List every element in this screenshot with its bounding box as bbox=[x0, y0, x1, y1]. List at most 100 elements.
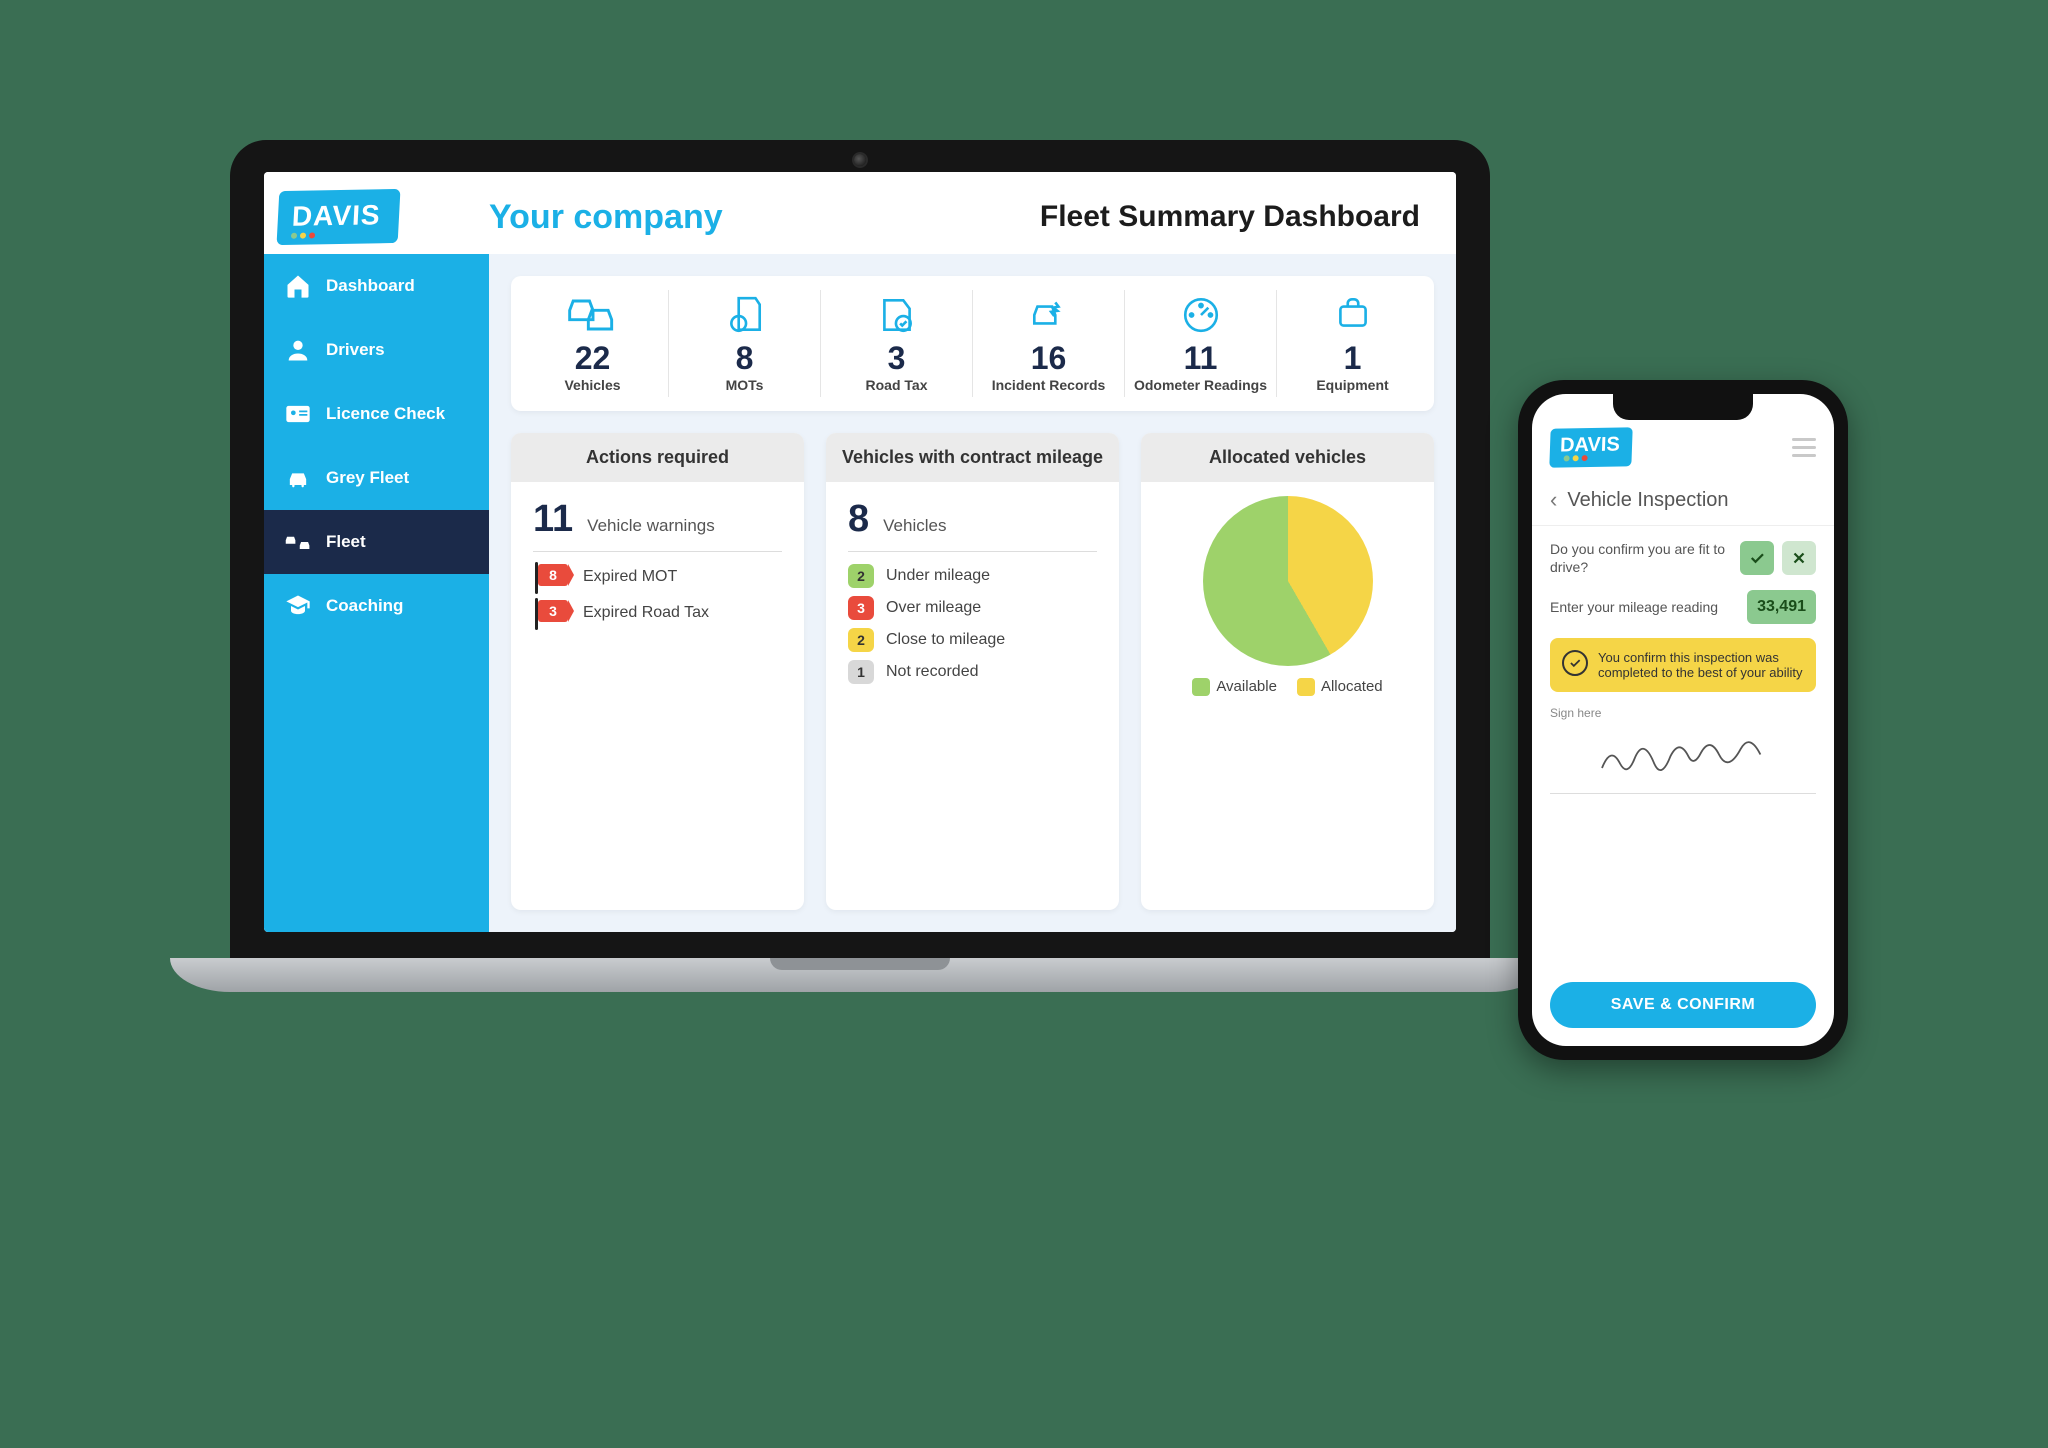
sidebar-item-grey-fleet[interactable]: Grey Fleet bbox=[264, 446, 489, 510]
mileage-metric: 8 Vehicles bbox=[848, 498, 1097, 552]
swatch-icon bbox=[1192, 678, 1210, 696]
confirmation-text: You confirm this inspection was complete… bbox=[1598, 650, 1804, 680]
sidebar-item-dashboard[interactable]: Dashboard bbox=[264, 254, 489, 318]
row-close-mileage[interactable]: 2 Close to mileage bbox=[848, 628, 1097, 652]
sidebar-item-label: Licence Check bbox=[326, 404, 445, 424]
sidebar-item-licence-check[interactable]: Licence Check bbox=[264, 382, 489, 446]
sidebar-item-label: Drivers bbox=[326, 340, 385, 360]
stat-odometer[interactable]: 11 Odometer Readings bbox=[1125, 290, 1277, 397]
flag-expired-mot[interactable]: 8 Expired MOT bbox=[533, 564, 782, 590]
count-pill: 1 bbox=[848, 660, 874, 684]
metric-value: 11 bbox=[533, 498, 573, 541]
stat-strip: 22 Vehicles 8 MOTs 3 Road Tax bbox=[511, 276, 1434, 411]
odometer-icon bbox=[1180, 294, 1222, 336]
stat-road-tax[interactable]: 3 Road Tax bbox=[821, 290, 973, 397]
row-label: Close to mileage bbox=[886, 631, 1005, 649]
stat-mots[interactable]: 8 MOTs bbox=[669, 290, 821, 397]
confirm-no-button[interactable] bbox=[1782, 541, 1816, 575]
save-confirm-button[interactable]: SAVE & CONFIRM bbox=[1550, 982, 1816, 1028]
pie-legend: Available Allocated bbox=[1192, 678, 1382, 696]
panel-title: Allocated vehicles bbox=[1141, 433, 1434, 482]
app-body: Dashboard Drivers Licence Check Grey Fle… bbox=[264, 254, 1456, 932]
stat-label: Road Tax bbox=[866, 377, 928, 393]
sidebar-item-label: Dashboard bbox=[326, 276, 415, 296]
mileage-input[interactable]: 33,491 bbox=[1747, 590, 1816, 624]
incident-icon bbox=[1028, 294, 1070, 336]
x-icon bbox=[1790, 549, 1808, 567]
question-text: Do you confirm you are fit to drive? bbox=[1550, 540, 1732, 576]
signature-input[interactable] bbox=[1550, 724, 1816, 794]
legend-available: Available bbox=[1192, 678, 1277, 696]
legend-allocated: Allocated bbox=[1297, 678, 1383, 696]
check-icon bbox=[1748, 549, 1766, 567]
count-pill: 2 bbox=[848, 564, 874, 588]
logo-dots-icon bbox=[291, 232, 315, 238]
swatch-icon bbox=[1297, 678, 1315, 696]
phone-title-row[interactable]: ‹ Vehicle Inspection bbox=[1532, 475, 1834, 526]
flag-expired-tax[interactable]: 3 Expired Road Tax bbox=[533, 600, 782, 626]
metric-label: Vehicle warnings bbox=[587, 516, 715, 536]
row-over-mileage[interactable]: 3Over mileage bbox=[848, 596, 1097, 620]
panel-body: 8 Vehicles 2Under mileage 3Over mileage … bbox=[826, 482, 1119, 910]
stat-value: 16 bbox=[1031, 340, 1067, 377]
content-area: 22 Vehicles 8 MOTs 3 Road Tax bbox=[489, 254, 1456, 932]
phone-notch bbox=[1613, 394, 1753, 420]
user-icon bbox=[284, 336, 312, 364]
mileage-panel: Vehicles with contract mileage 8 Vehicle… bbox=[826, 433, 1119, 910]
sidebar-item-label: Coaching bbox=[326, 596, 403, 616]
cars-icon bbox=[284, 528, 312, 556]
sidebar: Dashboard Drivers Licence Check Grey Fle… bbox=[264, 254, 489, 932]
vehicles-icon bbox=[565, 294, 621, 336]
panel-body: 11 Vehicle warnings 8 Expired MOT 3 Expi… bbox=[511, 482, 804, 910]
metric-value: 8 bbox=[848, 498, 869, 541]
logo-wrap: DAVIS bbox=[264, 190, 489, 244]
app-header: DAVIS Your company Fleet Summary Dashboa… bbox=[264, 172, 1456, 254]
brand-text: DAVIS bbox=[1560, 433, 1620, 456]
confirm-yes-button[interactable] bbox=[1740, 541, 1774, 575]
stat-value: 3 bbox=[888, 340, 906, 377]
flag-label: Expired MOT bbox=[583, 568, 677, 586]
confirmation-banner: You confirm this inspection was complete… bbox=[1550, 638, 1816, 692]
sidebar-item-label: Fleet bbox=[326, 532, 366, 552]
brand-logo: DAVIS bbox=[277, 189, 400, 245]
sidebar-item-drivers[interactable]: Drivers bbox=[264, 318, 489, 382]
stat-equipment[interactable]: 1 Equipment bbox=[1277, 290, 1428, 397]
stat-value: 11 bbox=[1184, 340, 1218, 377]
row-not-recorded[interactable]: 1 Not recorded bbox=[848, 660, 1097, 684]
chevron-left-icon: ‹ bbox=[1550, 487, 1557, 513]
phone-screen: DAVIS ‹ Vehicle Inspection Do you confir… bbox=[1532, 394, 1834, 1046]
allocated-pie-chart bbox=[1203, 496, 1373, 666]
row-label: Not recorded bbox=[886, 663, 979, 681]
stat-label: Incident Records bbox=[992, 377, 1106, 393]
equipment-icon bbox=[1332, 294, 1374, 336]
row-under-mileage[interactable]: 2Under mileage bbox=[848, 564, 1097, 588]
count-pill: 2 bbox=[848, 628, 874, 652]
panel-title: Actions required bbox=[511, 433, 804, 482]
road-tax-icon bbox=[876, 294, 918, 336]
row-label: Over mileage bbox=[886, 599, 981, 617]
sidebar-item-fleet[interactable]: Fleet bbox=[264, 510, 489, 574]
stat-value: 8 bbox=[736, 340, 754, 377]
menu-icon[interactable] bbox=[1792, 438, 1816, 457]
company-title: Your company bbox=[489, 198, 1040, 237]
brand-text: DAVIS bbox=[291, 199, 381, 232]
home-icon bbox=[284, 272, 312, 300]
sidebar-item-coaching[interactable]: Coaching bbox=[264, 574, 489, 638]
stat-label: MOTs bbox=[726, 377, 764, 393]
logo-dots-icon bbox=[1564, 455, 1588, 461]
brand-logo: DAVIS bbox=[1549, 427, 1632, 467]
stat-label: Vehicles bbox=[564, 377, 620, 393]
flag-label: Expired Road Tax bbox=[583, 604, 709, 622]
allocated-panel: Allocated vehicles Available Allocated bbox=[1141, 433, 1434, 910]
fit-to-drive-question: Do you confirm you are fit to drive? bbox=[1550, 540, 1816, 576]
panel-title: Vehicles with contract mileage bbox=[826, 433, 1119, 482]
flag-icon: 3 bbox=[533, 600, 573, 626]
stat-vehicles[interactable]: 22 Vehicles bbox=[517, 290, 669, 397]
laptop-mockup: DAVIS Your company Fleet Summary Dashboa… bbox=[230, 140, 1490, 992]
camera-icon bbox=[854, 154, 866, 166]
pie-chart-wrap: Available Allocated bbox=[1141, 482, 1434, 710]
app-screen: DAVIS Your company Fleet Summary Dashboa… bbox=[264, 172, 1456, 932]
legend-label: Allocated bbox=[1321, 678, 1383, 695]
stat-label: Odometer Readings bbox=[1134, 377, 1267, 393]
stat-incident[interactable]: 16 Incident Records bbox=[973, 290, 1125, 397]
